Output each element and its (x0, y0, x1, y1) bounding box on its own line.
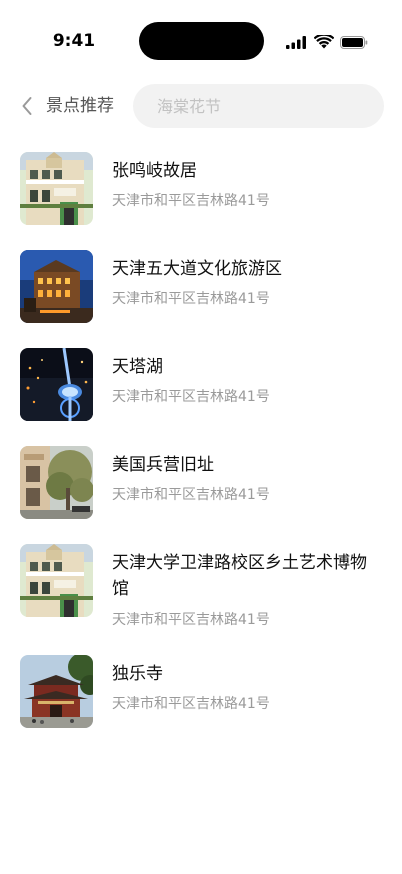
attraction-address: 天津市和平区吉林路41号 (112, 696, 270, 712)
list-item[interactable]: 天津大学卫津路校区乡土艺术博物馆 天津市和平区吉林路41号 (0, 544, 402, 630)
status-time: 9:41 (52, 31, 96, 51)
battery-icon (340, 35, 368, 49)
list-item[interactable]: 天塔湖 天津市和平区吉林路41号 (0, 348, 402, 421)
list-item[interactable]: 张鸣岐故居 天津市和平区吉林路41号 (0, 152, 402, 225)
attraction-thumbnail (20, 655, 93, 728)
attraction-name: 天津大学卫津路校区乡土艺术博物馆 (112, 553, 367, 599)
status-icons (286, 35, 368, 49)
status-bar: 9:41 (0, 0, 402, 84)
chevron-left-icon (22, 97, 32, 115)
attraction-list: 张鸣岐故居 天津市和平区吉林路41号 天津五大道文化旅游区 天津市和平区吉林路4… (0, 152, 402, 728)
attraction-address: 天津市和平区吉林路41号 (112, 487, 270, 503)
attraction-name: 张鸣岐故居 (112, 161, 197, 181)
attraction-address: 天津市和平区吉林路41号 (112, 389, 270, 405)
search-input[interactable] (155, 95, 362, 117)
back-button[interactable] (16, 94, 38, 118)
attraction-thumbnail (20, 544, 93, 617)
attraction-address: 天津市和平区吉林路41号 (112, 612, 270, 628)
attraction-address: 天津市和平区吉林路41号 (112, 291, 270, 307)
cellular-signal-icon (286, 35, 306, 49)
attraction-thumbnail (20, 348, 93, 421)
list-item[interactable]: 美国兵营旧址 天津市和平区吉林路41号 (0, 446, 402, 519)
attraction-address: 天津市和平区吉林路41号 (112, 193, 270, 209)
attraction-thumbnail (20, 446, 93, 519)
wifi-icon (314, 35, 334, 49)
list-item[interactable]: 天津五大道文化旅游区 天津市和平区吉林路41号 (0, 250, 402, 323)
search-box[interactable] (133, 84, 384, 128)
attraction-name: 美国兵营旧址 (112, 455, 214, 475)
header: 景点推荐 (0, 84, 402, 128)
attraction-thumbnail (20, 152, 93, 225)
attraction-name: 独乐寺 (112, 664, 163, 684)
page-title: 景点推荐 (46, 96, 114, 116)
attraction-thumbnail (20, 250, 93, 323)
dynamic-island (139, 22, 264, 60)
list-item[interactable]: 独乐寺 天津市和平区吉林路41号 (0, 655, 402, 728)
attraction-name: 天塔湖 (112, 357, 163, 377)
attraction-name: 天津五大道文化旅游区 (112, 259, 282, 279)
